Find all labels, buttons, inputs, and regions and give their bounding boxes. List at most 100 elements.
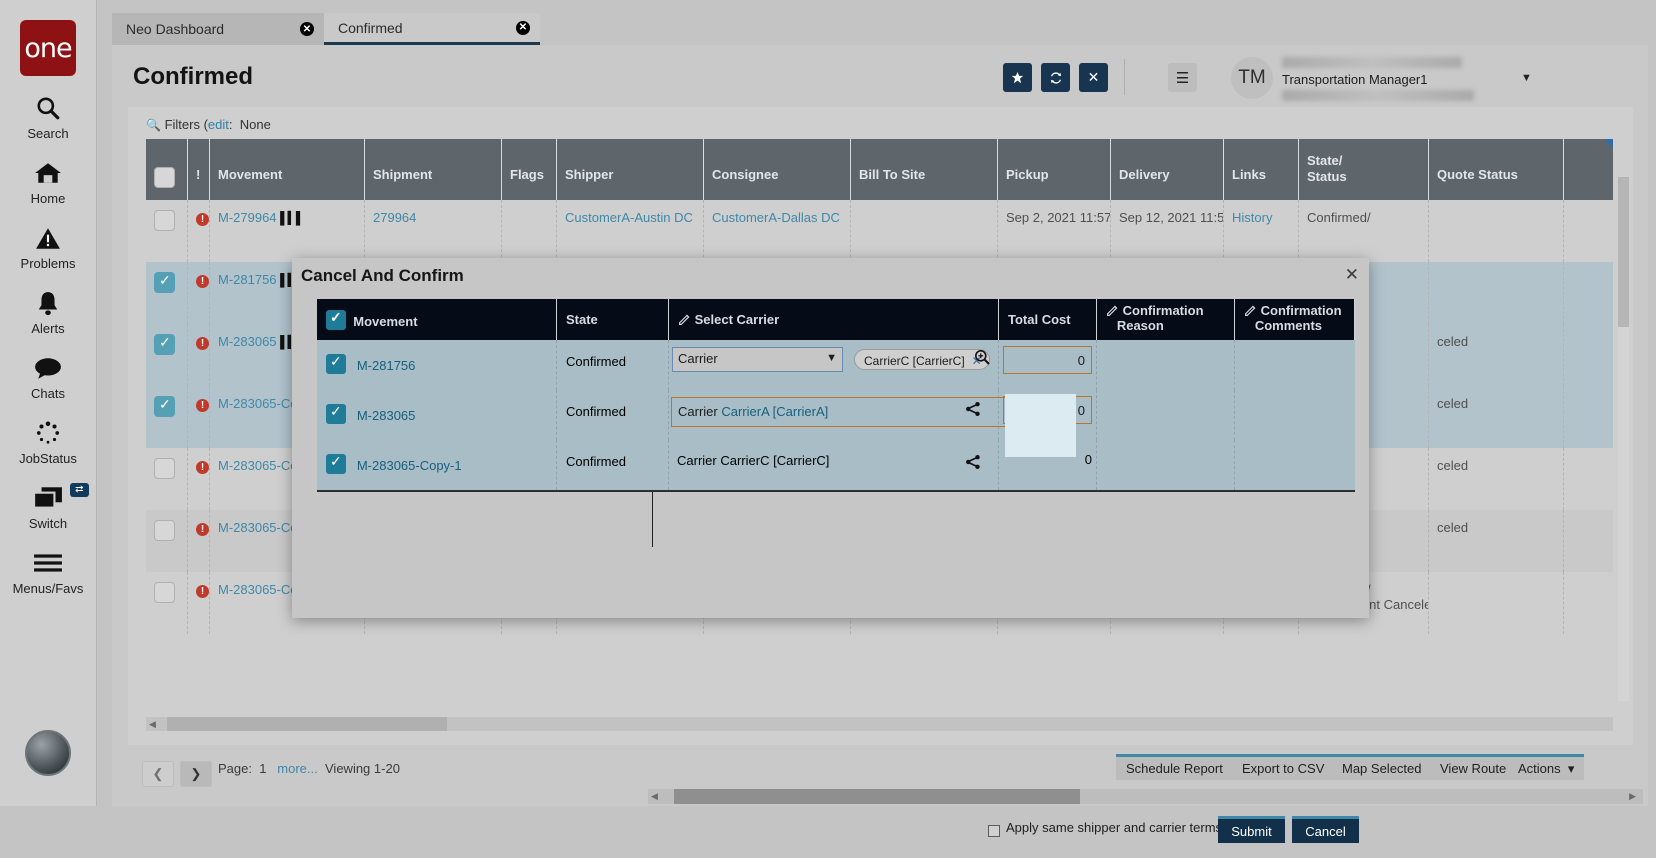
dialog-horizontal-thumb[interactable] bbox=[674, 789, 1080, 804]
grid-cell bbox=[146, 324, 188, 386]
scroll-left-arrow-icon[interactable]: ◀ bbox=[648, 791, 661, 802]
next-page-button[interactable]: ❯ bbox=[180, 761, 212, 787]
home-icon bbox=[34, 158, 62, 188]
pagination-info: Page: 1 more... Viewing 1-20 bbox=[218, 761, 400, 776]
rail-item-chats[interactable]: Chats bbox=[0, 353, 97, 401]
rail-item-alerts[interactable]: Alerts bbox=[0, 288, 97, 336]
dialog-horizontal-scrollbar[interactable]: ◀ ▶ bbox=[648, 789, 1643, 804]
row-checkbox[interactable] bbox=[154, 582, 175, 603]
grid-column-header[interactable]: Flags bbox=[502, 139, 557, 200]
chevron-down-icon: ▼ bbox=[1521, 72, 1532, 84]
grid-cell: Sep 12, 2021 11:57 bbox=[1111, 200, 1224, 262]
rail-item-label: Search bbox=[27, 126, 68, 141]
close-page-button[interactable]: ✕ bbox=[1079, 63, 1108, 92]
consignee-link[interactable]: CustomerA-Dallas DC bbox=[712, 210, 840, 225]
row-checkbox[interactable] bbox=[154, 396, 175, 417]
footer-button-export-to-csv[interactable]: Export to CSV bbox=[1232, 754, 1334, 780]
grid-cell bbox=[1429, 572, 1564, 634]
user-avatar[interactable]: TM bbox=[1231, 57, 1273, 99]
grid-vertical-scrollbar[interactable] bbox=[1618, 177, 1629, 701]
apply-same-terms-checkbox[interactable] bbox=[988, 825, 1000, 837]
row-checkbox[interactable] bbox=[154, 334, 175, 355]
footer-button-actions[interactable]: Actions ▾ bbox=[1508, 754, 1584, 780]
row-checkbox[interactable] bbox=[154, 458, 175, 479]
page-label: Page: bbox=[218, 761, 252, 776]
hamburger-icon bbox=[33, 548, 63, 578]
rail-item-home[interactable]: Home bbox=[0, 158, 97, 206]
rail-item-problems[interactable]: Problems bbox=[0, 223, 97, 271]
grid-column-label: Consignee bbox=[712, 167, 778, 182]
alert-icon: ! bbox=[196, 399, 209, 412]
grid-column-header[interactable]: Links bbox=[1224, 139, 1299, 200]
grid-column-header[interactable]: Bill To Site bbox=[851, 139, 998, 200]
movement-link[interactable]: M-283065 bbox=[218, 334, 277, 349]
alert-icon: ! bbox=[196, 461, 209, 474]
scroll-left-arrow-icon[interactable]: ◀ bbox=[146, 719, 159, 730]
rail-item-switch[interactable]: Switch⇄ bbox=[0, 483, 97, 531]
grid-cell bbox=[1429, 200, 1564, 262]
history-link[interactable]: History bbox=[1232, 210, 1272, 225]
cancel-button[interactable]: Cancel bbox=[1292, 816, 1359, 843]
table-row[interactable]: !M-279964 ▌▍▌279964CustomerA-Austin DCCu… bbox=[146, 200, 1613, 262]
refresh-icon bbox=[1049, 71, 1063, 85]
grid-horizontal-scrollbar[interactable]: ◀ bbox=[146, 717, 1613, 731]
grid-column-label: Links bbox=[1232, 167, 1266, 182]
rail-item-jobstatus[interactable]: JobStatus bbox=[0, 418, 97, 466]
grid-horizontal-thumb[interactable] bbox=[167, 717, 447, 731]
grid-column-header[interactable]: Delivery bbox=[1111, 139, 1224, 200]
grid-cell: ! bbox=[188, 200, 210, 262]
select-all-checkbox[interactable] bbox=[154, 167, 175, 188]
pickup-date: Sep 2, 2021 11:57 bbox=[1006, 210, 1111, 225]
grid-column-header[interactable]: State/Status bbox=[1299, 139, 1429, 200]
rail-item-search[interactable]: Search bbox=[0, 93, 97, 141]
grid-column-header[interactable] bbox=[146, 139, 188, 200]
footer-button-view-route[interactable]: View Route bbox=[1430, 754, 1516, 780]
grid-cell: ! bbox=[188, 510, 210, 572]
row-checkbox[interactable] bbox=[154, 210, 175, 231]
grid-column-header[interactable]: Shipper bbox=[557, 139, 704, 200]
hamburger-icon: ☰ bbox=[1176, 69, 1189, 87]
tab-confirmed[interactable]: Confirmed✕ bbox=[324, 13, 540, 45]
grid-column-header[interactable]: Quote Status bbox=[1429, 139, 1564, 200]
tab-neo-dashboard[interactable]: Neo Dashboard✕ bbox=[112, 13, 324, 45]
grid-column-header[interactable]: Consignee bbox=[704, 139, 851, 200]
tab-close-icon[interactable]: ✕ bbox=[300, 22, 314, 36]
scroll-right-arrow-icon[interactable]: ▶ bbox=[1626, 791, 1639, 802]
more-pages-link[interactable]: more... bbox=[277, 761, 317, 776]
rail-user-avatar[interactable] bbox=[25, 730, 71, 776]
alert-icon: ! bbox=[196, 523, 209, 536]
movement-link[interactable]: M-281756 bbox=[218, 272, 277, 287]
tab-strip: Neo Dashboard✕Confirmed✕ bbox=[112, 13, 540, 45]
alert-icon: ! bbox=[196, 337, 209, 350]
grid-column-header[interactable]: ! bbox=[188, 139, 210, 200]
movement-link[interactable]: M-279964 bbox=[218, 210, 277, 225]
row-checkbox[interactable] bbox=[154, 520, 175, 541]
shipment-link[interactable]: 279964 bbox=[373, 210, 416, 225]
grid-cell: ! bbox=[188, 324, 210, 386]
grid-column-header[interactable]: Pickup bbox=[998, 139, 1111, 200]
prev-page-button[interactable]: ❮ bbox=[142, 761, 174, 787]
refresh-button[interactable] bbox=[1041, 63, 1070, 92]
page-menu-button[interactable]: ☰ bbox=[1168, 63, 1197, 92]
alert-icon: ! bbox=[196, 213, 209, 226]
tab-close-icon[interactable]: ✕ bbox=[516, 21, 530, 35]
dialog-table-outline bbox=[317, 299, 1355, 492]
rail-item-menus-favs[interactable]: Menus/Favs bbox=[0, 548, 97, 596]
shipper-link[interactable]: CustomerA-Austin DC bbox=[565, 210, 693, 225]
grid-column-label: ! bbox=[196, 167, 200, 182]
submit-button[interactable]: Submit bbox=[1218, 816, 1285, 843]
grid-column-header[interactable]: Shipment bbox=[365, 139, 502, 200]
row-checkbox[interactable] bbox=[154, 272, 175, 293]
grid-vertical-thumb[interactable] bbox=[1618, 177, 1629, 327]
footer-button-map-selected[interactable]: Map Selected bbox=[1332, 754, 1432, 780]
switch-badge-icon: ⇄ bbox=[70, 483, 88, 497]
filters-edit-link[interactable]: edit bbox=[208, 117, 229, 132]
dialog-close-button[interactable]: ✕ bbox=[1345, 265, 1359, 285]
delivery-date: Sep 12, 2021 11:57 bbox=[1119, 210, 1224, 225]
footer-button-schedule-report[interactable]: Schedule Report bbox=[1116, 754, 1233, 780]
app-logo[interactable]: one bbox=[20, 20, 76, 76]
grid-column-header[interactable]: Movement bbox=[210, 139, 365, 200]
favorite-button[interactable] bbox=[1003, 63, 1032, 92]
rail-item-label: Alerts bbox=[31, 321, 64, 336]
user-menu-toggle[interactable]: ▼ bbox=[1512, 63, 1541, 92]
